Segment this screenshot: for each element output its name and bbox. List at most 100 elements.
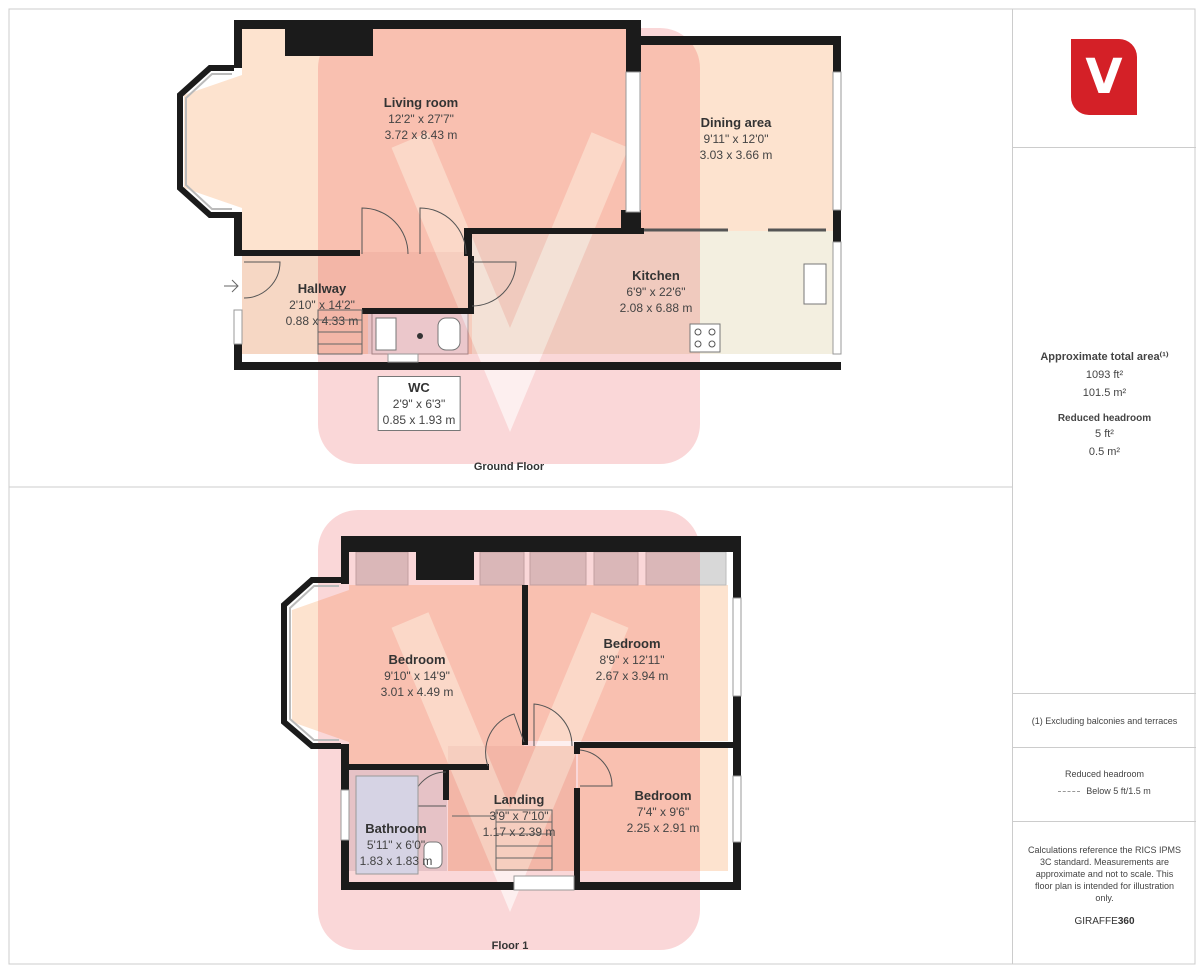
window	[625, 71, 641, 213]
wall	[733, 696, 741, 776]
footnote-text: (1) Excluding balconies and terraces	[1031, 716, 1178, 726]
brand-logo: V	[1071, 39, 1137, 115]
wall	[574, 788, 580, 882]
room-label-wc: WC 2'9" x 6'3" 0.85 x 1.93 m	[377, 376, 461, 431]
room-metric: 1.83 x 1.83 m	[359, 854, 433, 868]
footnote-section: (1) Excluding balconies and terraces	[1013, 693, 1196, 748]
legend-section: Reduced headroom Below 5 ft/1.5 m	[1013, 747, 1196, 822]
room-imperial: 2'10" x 14'2"	[289, 298, 355, 312]
wall	[234, 362, 841, 370]
room-label-living-room: Living room 12'2" x 27'7" 3.72 x 8.43 m	[384, 94, 458, 143]
legend-item-label: Below 5 ft/1.5 m	[1086, 786, 1151, 796]
window	[832, 71, 842, 211]
room-metric: 0.85 x 1.93 m	[382, 413, 456, 427]
total-area-title: Approximate total area⁽¹⁾	[1040, 351, 1169, 363]
reduced-headroom-title: Reduced headroom	[1057, 413, 1152, 424]
room-metric: 0.88 x 4.33 m	[285, 314, 359, 328]
legend-swatch	[1058, 791, 1081, 793]
room-metric: 2.25 x 2.91 m	[626, 821, 700, 835]
ground-floor-plan	[177, 20, 842, 464]
entrance-arrow	[224, 279, 239, 293]
room-name: Bedroom	[634, 788, 692, 803]
wall	[362, 308, 474, 314]
room-imperial: 8'9" x 12'11"	[599, 653, 665, 667]
watermark-logo	[318, 28, 700, 464]
wall	[242, 250, 360, 256]
area-summary: Approximate total area⁽¹⁾ 1093 ft² 101.5…	[1013, 147, 1196, 694]
wall	[349, 764, 489, 770]
window	[340, 789, 350, 841]
window	[233, 309, 243, 345]
room-name: Bedroom	[603, 636, 661, 651]
room-name: Living room	[383, 95, 459, 110]
room-name: Dining area	[700, 115, 772, 130]
room-name: Bedroom	[388, 652, 446, 667]
room-imperial: 3'9" x 7'10"	[489, 809, 549, 823]
room-name: Kitchen	[632, 268, 680, 283]
wall	[522, 585, 528, 745]
legend-title: Reduced headroom	[1064, 769, 1145, 779]
wall	[285, 28, 373, 56]
sink	[375, 317, 397, 351]
room-name: Landing	[493, 792, 545, 807]
wall	[472, 228, 644, 234]
room-label-bedroom-3: Bedroom 7'4" x 9'6" 2.25 x 2.91 m	[627, 787, 700, 836]
room-metric: 3.72 x 8.43 m	[384, 128, 458, 142]
room-label-bedroom-1: Bedroom 9'10" x 14'9" 3.01 x 4.49 m	[381, 651, 454, 700]
room-imperial: 2'9" x 6'3"	[392, 397, 446, 411]
room-imperial: 7'4" x 9'6"	[636, 805, 690, 819]
wall	[833, 36, 841, 72]
first-floor-plan	[281, 510, 742, 950]
room-label-bathroom: Bathroom 5'11" x 6'0" 1.83 x 1.83 m	[360, 820, 433, 869]
room-label-dining-area: Dining area 9'11" x 12'0" 3.03 x 3.66 m	[700, 114, 773, 163]
room-metric: 1.17 x 2.39 m	[482, 825, 556, 839]
wall	[468, 256, 474, 312]
room-name: WC	[408, 380, 430, 395]
room-imperial: 12'2" x 27'7"	[388, 112, 454, 126]
room-metric: 3.03 x 3.66 m	[699, 148, 773, 162]
logo-letter: V	[1085, 49, 1123, 105]
hob	[689, 323, 721, 353]
floor-title-first: Floor 1	[491, 940, 529, 952]
wall	[416, 552, 474, 580]
toilet	[437, 317, 461, 351]
room-metric: 3.01 x 4.49 m	[380, 685, 454, 699]
wall	[464, 228, 472, 256]
window	[732, 775, 742, 843]
wall	[733, 536, 741, 598]
disclaimer-section: Calculations reference the RICS IPMS 3C …	[1013, 821, 1196, 964]
disclaimer-text: Calculations reference the RICS IPMS 3C …	[1027, 845, 1182, 903]
floor-title-ground: Ground Floor	[473, 461, 545, 473]
window	[387, 353, 419, 363]
room-metric: 2.08 x 6.88 m	[619, 301, 693, 315]
credit: GIRAFFE360	[1013, 916, 1196, 927]
window	[513, 875, 575, 891]
credit-prefix: GIRAFFE	[1074, 916, 1118, 927]
wall	[341, 536, 349, 584]
room-imperial: 6'9" x 22'6"	[626, 285, 686, 299]
credit-suffix: 360	[1117, 916, 1135, 927]
reduced-headroom-m: 0.5 m²	[1088, 446, 1121, 458]
room-imperial: 5'11" x 6'0"	[366, 838, 426, 852]
window	[832, 241, 842, 355]
legend-item: Below 5 ft/1.5 m	[1013, 785, 1196, 798]
room-metric: 2.67 x 3.94 m	[595, 669, 669, 683]
room-name: Bathroom	[365, 821, 427, 836]
window	[732, 597, 742, 697]
wall	[234, 20, 242, 68]
wall	[574, 742, 733, 748]
total-area-ft: 1093 ft²	[1085, 369, 1124, 381]
wall	[234, 212, 242, 256]
wall	[833, 210, 841, 242]
wall	[574, 742, 580, 754]
total-area-m: 101.5 m²	[1082, 387, 1127, 399]
info-sidebar: V Approximate total area⁽¹⁾ 1093 ft² 101…	[1012, 9, 1196, 964]
room-label-landing: Landing 3'9" x 7'10" 1.17 x 2.39 m	[483, 791, 556, 840]
wall	[443, 770, 449, 800]
room-imperial: 9'11" x 12'0"	[703, 132, 769, 146]
room-name: Hallway	[297, 281, 347, 296]
wall	[626, 20, 641, 72]
room-imperial: 9'10" x 14'9"	[384, 669, 450, 683]
kitchen-sink	[803, 263, 827, 305]
room-label-bedroom-2: Bedroom 8'9" x 12'11" 2.67 x 3.94 m	[596, 635, 669, 684]
